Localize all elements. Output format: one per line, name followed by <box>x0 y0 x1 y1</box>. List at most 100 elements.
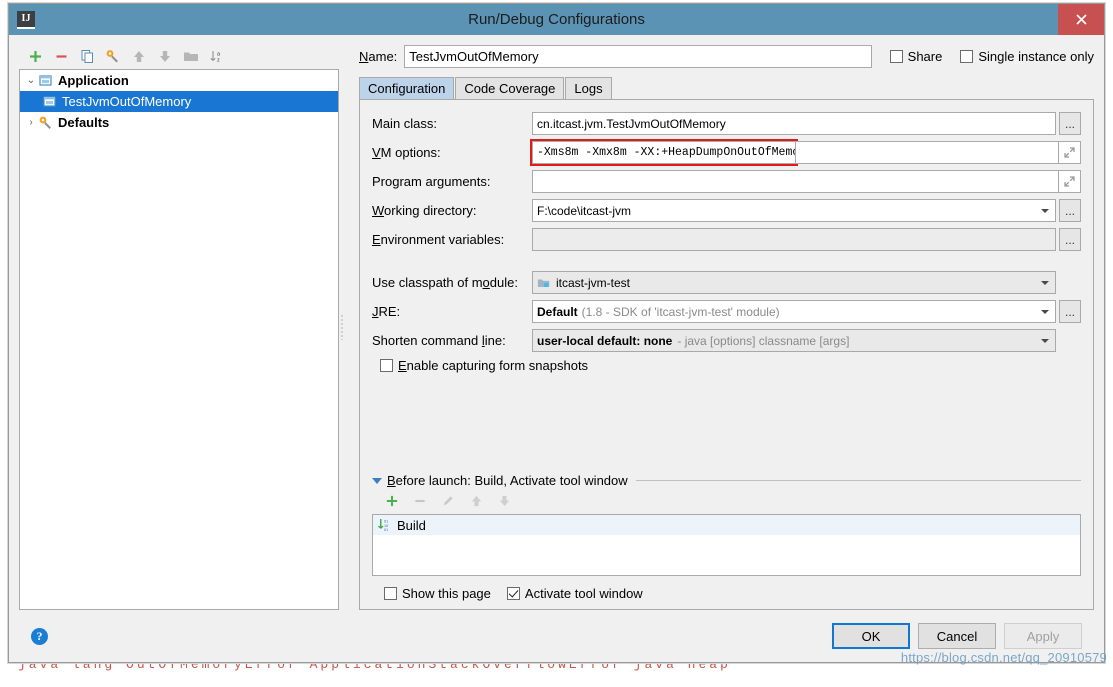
before-launch-section: Before launch: Build, Activate tool wind… <box>372 473 1081 601</box>
module-icon <box>537 276 551 290</box>
tab-code-coverage[interactable]: Code Coverage <box>455 77 565 99</box>
use-classpath-value: itcast-jvm-test <box>556 275 631 290</box>
tree-node-label: Application <box>58 73 129 88</box>
dialog-body: a z ⌄ Application TestJvmOutOfMemory › D… <box>9 35 1104 662</box>
edit-defaults-wrench-icon[interactable] <box>101 45 125 67</box>
name-row: Name: Share Single instance only <box>359 43 1094 69</box>
dialog-title: Run/Debug Configurations <box>468 11 645 28</box>
single-instance-checkbox[interactable]: Single instance only <box>960 49 1094 64</box>
move-up-icon[interactable] <box>127 45 151 67</box>
jre-browse-button[interactable]: ... <box>1059 300 1081 323</box>
chevron-down-icon[interactable] <box>1041 280 1049 285</box>
collapse-triangle-icon[interactable] <box>372 477 382 484</box>
single-instance-checkbox-box[interactable] <box>960 49 974 63</box>
field-vm-options: VM options: -Xms8m -Xmx8m -XX:+HeapDumpO… <box>372 139 1081 166</box>
share-checkbox-label: Share <box>907 48 943 64</box>
before-launch-move-down-icon <box>492 490 516 512</box>
show-this-page-label: Show this page <box>402 586 491 601</box>
chevron-down-icon[interactable] <box>1041 338 1049 343</box>
vm-options-expand-icon[interactable] <box>1059 141 1081 164</box>
chevron-down-icon[interactable] <box>1041 208 1049 213</box>
help-icon[interactable]: ? <box>31 627 48 645</box>
copy-configuration-icon[interactable] <box>75 45 99 67</box>
cancel-button[interactable]: Cancel <box>918 623 996 649</box>
move-down-icon[interactable] <box>153 45 177 67</box>
use-classpath-combo[interactable]: itcast-jvm-test <box>532 271 1056 294</box>
shorten-value-primary: user-local default: none <box>537 333 673 348</box>
field-use-classpath-of-module: Use classpath of module: itcast-jvm-test <box>372 271 1081 294</box>
program-arguments-control <box>532 170 1081 193</box>
name-input[interactable] <box>404 44 872 68</box>
before-launch-edit-pencil-icon <box>436 490 460 512</box>
environment-variables-browse-button[interactable]: ... <box>1059 228 1081 251</box>
main-class-browse-button[interactable]: ... <box>1059 112 1081 135</box>
name-label: Name: <box>359 48 398 64</box>
add-configuration-icon[interactable] <box>23 45 47 67</box>
configurations-panel: a z ⌄ Application TestJvmOutOfMemory › D… <box>19 43 339 610</box>
tree-node-testjvmoutofmemory[interactable]: TestJvmOutOfMemory <box>20 91 338 112</box>
share-checkbox-box[interactable] <box>889 49 903 63</box>
main-class-control: cn.itcast.jvm.TestJvmOutOfMemory ... <box>532 112 1081 135</box>
enable-capturing-checkbox-box[interactable] <box>380 359 393 372</box>
close-icon[interactable] <box>1058 4 1104 35</box>
folder-icon[interactable] <box>179 45 203 67</box>
vm-options-label: VM options: <box>372 145 441 160</box>
show-this-page-checkbox[interactable]: Show this page <box>384 586 491 601</box>
use-classpath-control: itcast-jvm-test <box>532 271 1081 294</box>
field-main-class: Main class: cn.itcast.jvm.TestJvmOutOfMe… <box>372 112 1081 135</box>
enable-capturing-checkbox[interactable]: Enable capturing form snapshots <box>380 358 588 373</box>
working-directory-value: F:\code\itcast-jvm <box>537 203 632 218</box>
screen: java lang OutOfMemoryError ApplicationSt… <box>0 0 1113 687</box>
defaults-wrench-icon <box>38 115 54 131</box>
jre-control: Default (1.8 - SDK of 'itcast-jvm-test' … <box>532 300 1081 323</box>
activate-tool-window-checkbox[interactable]: Activate tool window <box>506 586 643 601</box>
activate-tool-window-checkbox-box[interactable] <box>506 587 520 600</box>
remove-configuration-icon[interactable] <box>49 45 73 67</box>
before-launch-item-build[interactable]: 01 10 01 Build <box>373 515 1080 535</box>
program-arguments-label-rest: uments: <box>444 174 491 189</box>
jre-combo[interactable]: Default (1.8 - SDK of 'itcast-jvm-test' … <box>532 300 1056 323</box>
panel-filler <box>372 373 1081 465</box>
shorten-command-line-combo[interactable]: user-local default: none - java [options… <box>532 329 1056 352</box>
sort-alphabetically-icon[interactable]: a z <box>205 45 229 67</box>
jre-value-secondary: (1.8 - SDK of 'itcast-jvm-test' module) <box>581 304 780 319</box>
before-launch-add-icon[interactable] <box>380 490 404 512</box>
footer-buttons: OK Cancel Apply <box>832 623 1082 649</box>
environment-variables-input[interactable] <box>532 228 1056 251</box>
configurations-tree[interactable]: ⌄ Application TestJvmOutOfMemory › Defau… <box>19 69 339 610</box>
working-directory-label-rest: orking directory: <box>384 203 477 218</box>
program-arguments-expand-icon[interactable] <box>1059 170 1081 193</box>
before-launch-list[interactable]: 01 10 01 Build <box>372 514 1081 576</box>
tab-configuration[interactable]: Configuration <box>359 77 455 99</box>
intellij-logo-icon: IJ <box>17 10 35 29</box>
fields-group: Main class: cn.itcast.jvm.TestJvmOutOfMe… <box>372 112 1081 373</box>
before-launch-checkboxes: Show this page Activate tool window <box>372 586 1081 601</box>
vm-options-input-rest[interactable] <box>796 141 1059 164</box>
chevron-down-icon[interactable] <box>1041 309 1049 314</box>
ok-button[interactable]: OK <box>832 623 910 649</box>
show-this-page-checkbox-box[interactable] <box>384 587 397 600</box>
vm-options-control: -Xms8m -Xmx8m -XX:+HeapDumpOnOutOfMemory… <box>530 139 1081 166</box>
share-checkbox[interactable]: Share <box>889 48 943 64</box>
vm-options-input[interactable]: -Xms8m -Xmx8m -XX:+HeapDumpOnOutOfMemory… <box>530 139 798 166</box>
tree-node-application[interactable]: ⌄ Application <box>20 70 338 91</box>
svg-text:z: z <box>217 57 220 63</box>
shorten-command-line-label: Shorten command line: <box>372 333 506 348</box>
chevron-down-icon[interactable]: ⌄ <box>24 75 38 86</box>
field-working-directory: Working directory: F:\code\itcast-jvm ..… <box>372 199 1081 222</box>
shorten-command-line-label-rest: ine: <box>484 333 506 348</box>
working-directory-browse-button[interactable]: ... <box>1059 199 1081 222</box>
tree-node-defaults[interactable]: › Defaults <box>20 112 338 133</box>
environment-variables-label-rest: nvironment variables: <box>380 232 505 247</box>
working-directory-combo[interactable]: F:\code\itcast-jvm <box>532 199 1056 222</box>
main-class-input[interactable]: cn.itcast.jvm.TestJvmOutOfMemory <box>532 112 1056 135</box>
working-directory-label: Working directory: <box>372 203 477 218</box>
tree-node-label: TestJvmOutOfMemory <box>62 94 192 109</box>
shorten-value-secondary: - java [options] classname [args] <box>677 333 850 348</box>
chevron-right-icon[interactable]: › <box>24 117 38 128</box>
tab-logs[interactable]: Logs <box>565 77 612 99</box>
program-arguments-input[interactable] <box>532 170 1059 193</box>
environment-variables-control: ... <box>532 228 1081 251</box>
jre-label: JRE: <box>372 304 401 319</box>
splitter-grip-icon <box>341 313 343 340</box>
